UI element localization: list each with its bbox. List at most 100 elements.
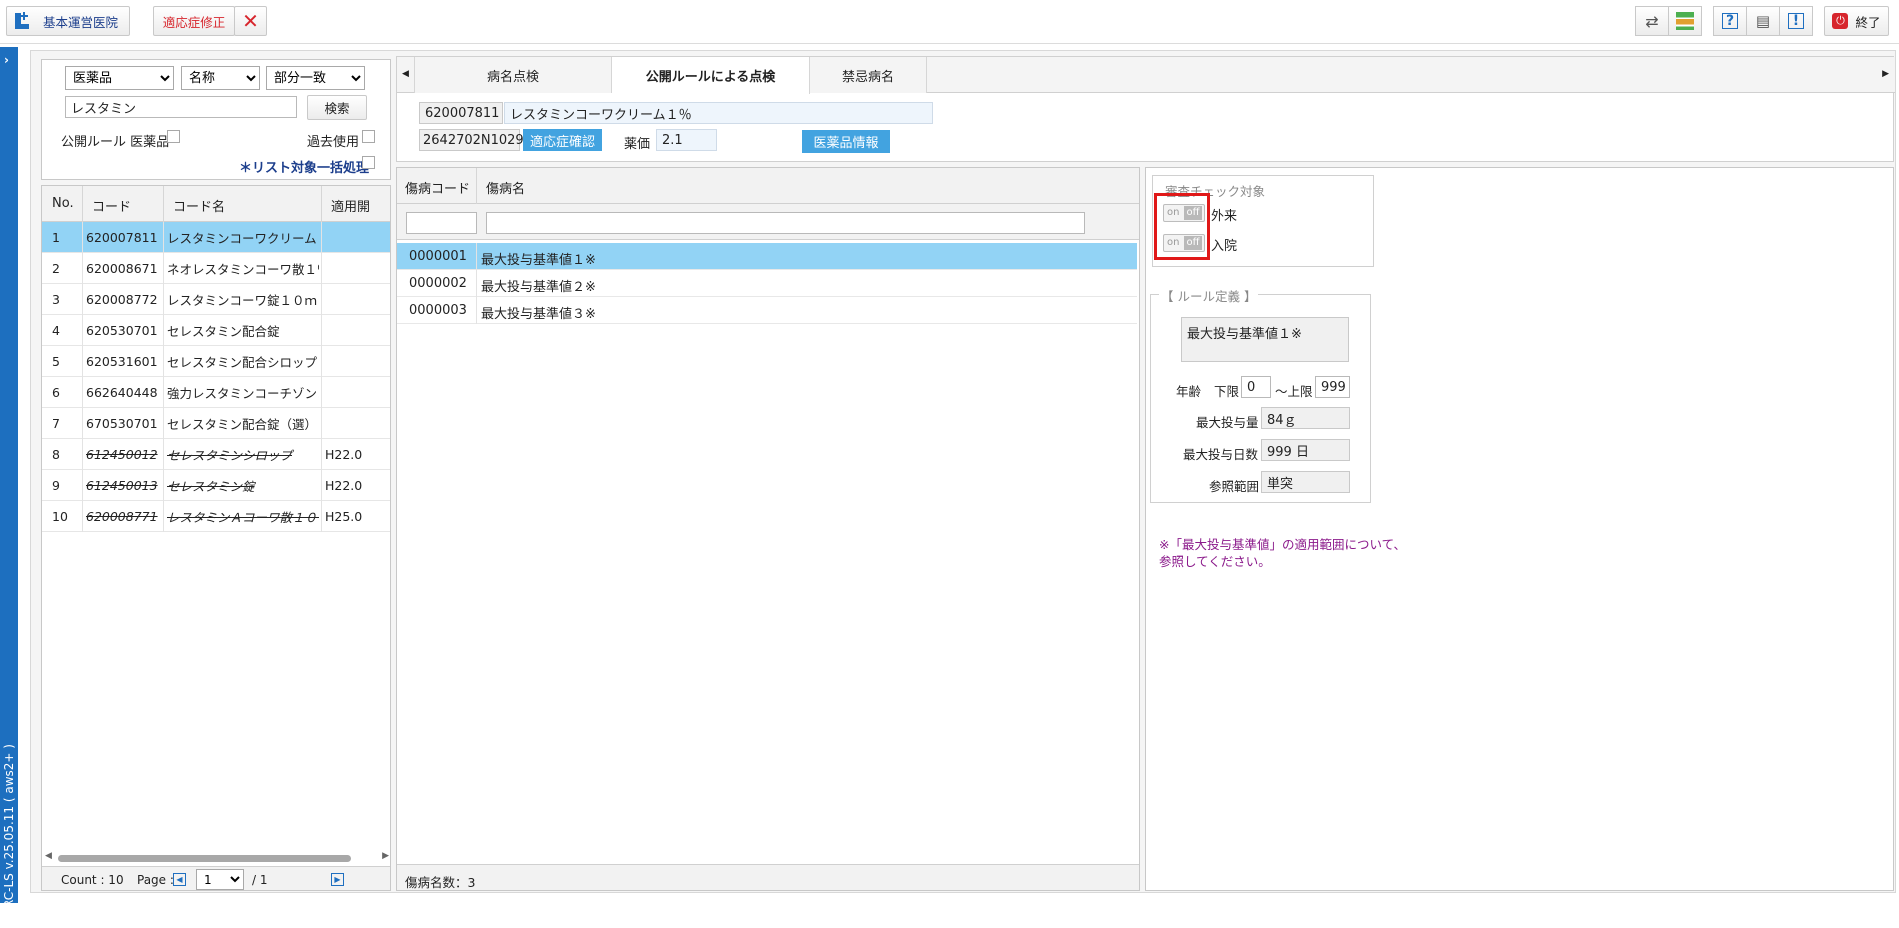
public-rule-checkbox[interactable] xyxy=(167,130,180,143)
rule-name-field: 最大投与基準値１※ xyxy=(1181,317,1349,362)
col-divider xyxy=(82,439,83,470)
disease-row[interactable]: 0000002 最大投与基準値２※ xyxy=(397,270,1137,297)
drug-cell-code: 620007811 xyxy=(86,230,158,245)
col-name: コード名 xyxy=(173,200,226,215)
scroll-right-icon[interactable]: ▶ xyxy=(382,851,389,861)
drug-cell-code: 662640448 xyxy=(86,385,158,400)
col-divider xyxy=(476,297,477,324)
grid-settings-icon xyxy=(1676,12,1694,30)
disease-code-filter[interactable] xyxy=(406,212,477,234)
tab-scroll-left-icon[interactable]: ◀ xyxy=(402,69,409,79)
col-divider xyxy=(82,346,83,377)
page-next-icon[interactable]: ▶ xyxy=(331,873,344,886)
disease-count: 傷病名数：3 xyxy=(405,875,476,890)
sync-icon-button[interactable]: ⇄ xyxy=(1635,6,1669,36)
scroll-thumb[interactable] xyxy=(58,855,351,862)
notice-button[interactable]: ! xyxy=(1779,6,1813,36)
drug-cell-name: レスタミンＡコーワ散１０％ xyxy=(167,510,319,525)
ref-range-label: 参照範囲 xyxy=(1209,479,1260,494)
outpatient-label: 外来 xyxy=(1211,209,1238,224)
col-divider xyxy=(321,346,322,377)
age-upper-field[interactable]: 999 xyxy=(1315,376,1350,398)
page-prev-icon[interactable]: ◀ xyxy=(173,873,186,886)
price-label: 薬価 xyxy=(624,137,651,152)
table-row[interactable]: 2 620008671 ネオレスタミンコーワ散１％ xyxy=(42,253,390,284)
public-rule-label: 公開ルール 医薬品 xyxy=(61,135,170,150)
indication-check-button[interactable]: 適応症確認 xyxy=(523,129,602,151)
table-row[interactable]: 7 670530701 セレスタミン配合錠（選） xyxy=(42,408,390,439)
main-area: 医薬品 名称 部分一致 レスタミン 検索 公開ルール 医薬品 過去使用 ＊リスト… xyxy=(30,50,1896,893)
tab-contraindicated-disease[interactable]: 禁忌病名 xyxy=(810,57,927,93)
col-divider xyxy=(163,222,164,253)
col-divider xyxy=(163,439,164,470)
print-icon: ▤ xyxy=(1755,12,1771,30)
close-icon: ✕ xyxy=(242,9,259,33)
col-divider xyxy=(321,501,322,532)
max-dose-field: 84ｇ xyxy=(1261,407,1350,429)
table-row[interactable]: 8 612450012 セレスタミンシロップ H22.0 xyxy=(42,439,390,470)
drug-cell-no: 9 xyxy=(52,478,60,493)
help-button[interactable]: ? xyxy=(1713,6,1747,36)
col-divider xyxy=(163,377,164,408)
page-select[interactable]: 1 xyxy=(196,869,244,890)
table-row[interactable]: 9 612450013 セレスタミン錠 H22.0 xyxy=(42,470,390,501)
scroll-left-icon[interactable]: ◀ xyxy=(45,851,52,861)
side-collapse-strip[interactable]: › RC-LS v.25.05.11 ( aws2+ ) xyxy=(0,47,18,908)
tab-public-rule-check[interactable]: 公開ルールによる点検 xyxy=(612,57,810,94)
past-use-checkbox[interactable] xyxy=(362,130,375,143)
col-divider xyxy=(82,408,83,439)
disease-code-cell: 0000002 xyxy=(409,276,467,291)
close-button[interactable]: ✕ xyxy=(234,6,267,36)
age-lower-field[interactable]: 0 xyxy=(1241,376,1271,398)
max-dose-label: 最大投与量 xyxy=(1196,415,1259,430)
col-divider xyxy=(321,315,322,346)
col-divider xyxy=(321,377,322,408)
horizontal-scrollbar[interactable]: ◀ ▶ xyxy=(42,851,390,865)
table-row[interactable]: 10 620008771 レスタミンＡコーワ散１０％ H25.0 xyxy=(42,501,390,532)
print-button[interactable]: ▤ xyxy=(1746,6,1780,36)
tab-disease-check[interactable]: 病名点検 xyxy=(414,57,612,93)
col-divider xyxy=(163,470,164,501)
exit-button[interactable]: ⏻ 終了 xyxy=(1824,6,1889,36)
table-row[interactable]: 6 662640448 強力レスタミンコーチゾンコーワ軟膏 xyxy=(42,377,390,408)
col-divider xyxy=(321,253,322,284)
drug-info-button[interactable]: 医薬品情報 xyxy=(802,130,890,153)
disease-name-filter[interactable] xyxy=(486,212,1085,234)
indication-check-label: 適応症確認 xyxy=(529,134,595,150)
ref-range-field: 単突 xyxy=(1261,471,1350,493)
table-row[interactable]: 5 620531601 セレスタミン配合シロップ xyxy=(42,346,390,377)
drug-cell-date xyxy=(325,222,385,253)
search-button[interactable]: 検索 xyxy=(307,95,367,120)
disease-table-header: 傷病コード 傷病名 xyxy=(397,168,1139,240)
keyword-input[interactable]: レスタミン xyxy=(65,96,297,118)
indication-fix-button[interactable]: 適応症修正 xyxy=(153,6,235,36)
notice-icon: ! xyxy=(1788,13,1804,29)
col-divider xyxy=(163,186,164,222)
disease-row[interactable]: 0000003 最大投与基準値３※ xyxy=(397,297,1137,324)
disease-row[interactable]: 0000001 最大投与基準値１※ xyxy=(397,243,1137,270)
table-row[interactable]: 4 620530701 セレスタミン配合錠 xyxy=(42,315,390,346)
col-divider xyxy=(476,270,477,297)
type-select[interactable]: 医薬品 xyxy=(65,66,174,90)
drug-info-label: 医薬品情報 xyxy=(813,136,879,151)
col-divider xyxy=(163,346,164,377)
field-select[interactable]: 名称 xyxy=(181,66,260,90)
drug-cell-no: 1 xyxy=(52,230,60,245)
batch-checkbox[interactable] xyxy=(362,156,375,169)
col-divider xyxy=(82,253,83,284)
tab-scroll-right-icon[interactable]: ▶ xyxy=(1882,69,1889,79)
col-divider xyxy=(163,315,164,346)
settings-grid-button[interactable] xyxy=(1668,6,1702,36)
drug-cell-no: 7 xyxy=(52,416,60,431)
col-divider xyxy=(82,315,83,346)
search-button-label: 検索 xyxy=(324,101,350,116)
drug-cell-name: レスタミンコーワクリーム１％ xyxy=(167,231,319,246)
table-row[interactable]: 1 620007811 レスタミンコーワクリーム１％ xyxy=(42,222,390,253)
hospital-button[interactable]: 基本運営医院 xyxy=(6,6,130,36)
match-select[interactable]: 部分一致 xyxy=(266,66,365,90)
disease-name-cell: 最大投与基準値１※ xyxy=(481,253,596,268)
table-row[interactable]: 3 620008772 レスタミンコーワ錠１０ｍｇ xyxy=(42,284,390,315)
disease-code-cell: 0000001 xyxy=(409,249,467,264)
col-date: 適用開 xyxy=(331,200,371,215)
hospital-label: 基本運営医院 xyxy=(43,14,119,30)
